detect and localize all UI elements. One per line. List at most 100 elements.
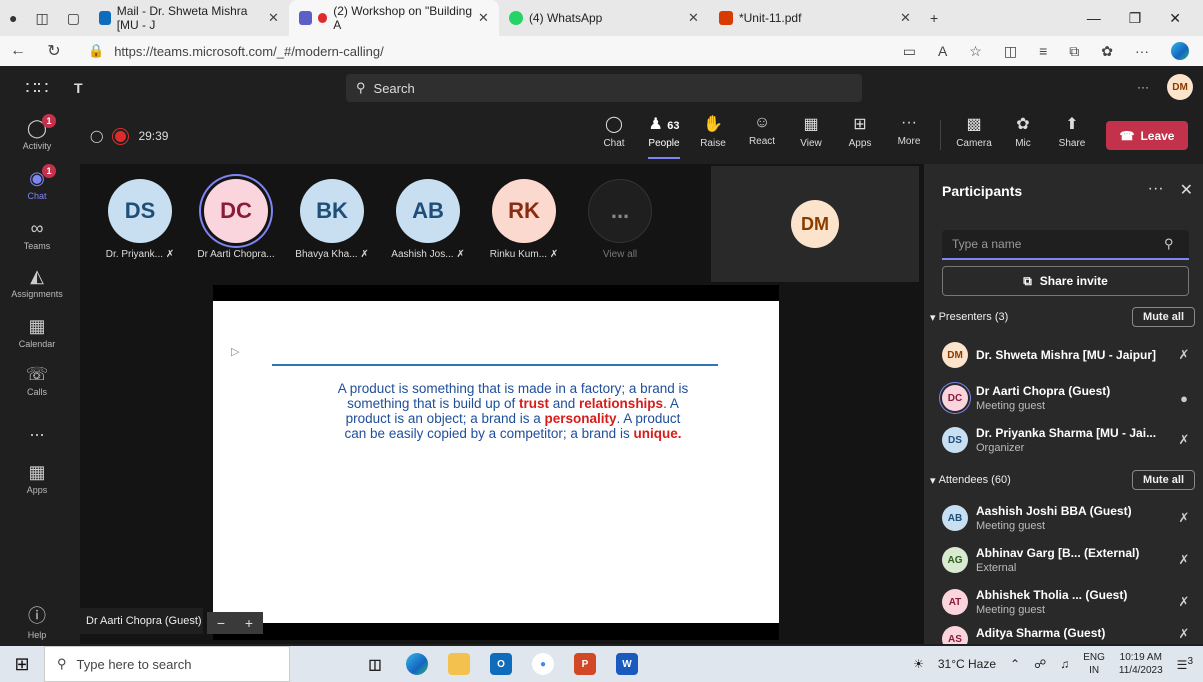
- network-icon[interactable]: ☍: [1034, 657, 1046, 671]
- close-tab-icon[interactable]: ✕: [478, 10, 489, 26]
- share-invite-button[interactable]: ⧉ Share invite: [942, 266, 1189, 296]
- search-box[interactable]: ⚲ Search: [346, 74, 862, 102]
- more-icon[interactable]: ···: [1135, 43, 1149, 59]
- rail-item-teams[interactable]: ∞ Teams: [0, 218, 74, 251]
- browser-toolbar: ▭ A ☆ ◫ ≡ ⧉ ✿ ···: [903, 42, 1203, 60]
- presenters-section-header[interactable]: ▾ Presenters (3) Mute all: [930, 307, 1195, 327]
- close-tab-icon[interactable]: ✕: [900, 10, 911, 26]
- participant-row[interactable]: AT Abhishek Tholia ... (Guest) Meeting gu…: [942, 588, 1192, 616]
- mute-all-button[interactable]: Mute all: [1132, 470, 1195, 490]
- minimize-icon[interactable]: —: [1087, 10, 1101, 27]
- view-button[interactable]: ▦ View: [789, 114, 833, 149]
- participant-tile[interactable]: DS Dr. Priyank... ✗: [92, 179, 188, 260]
- app-available-icon[interactable]: ▭: [903, 43, 916, 60]
- rail-item-chat[interactable]: ◉ 1 Chat: [0, 164, 74, 201]
- rail-item-assignments[interactable]: ◭ Assignments: [0, 266, 74, 299]
- name-text: Dr. Priyank...: [105, 249, 164, 260]
- mic-button[interactable]: ✿ Mic: [1001, 114, 1045, 149]
- zoom-in-icon[interactable]: +: [245, 615, 253, 631]
- profile-icon[interactable]: ●: [0, 10, 26, 26]
- tab-pdf[interactable]: *Unit-11.pdf ✕: [709, 0, 921, 36]
- rail-label: Assignments: [11, 289, 63, 299]
- tray-chevron-icon[interactable]: ⌃: [1010, 657, 1020, 671]
- participant-row[interactable]: DS Dr. Priyanka Sharma [MU - Jai... Organ…: [942, 426, 1192, 454]
- participant-tile-speaking[interactable]: DC Dr Aarti Chopra...: [188, 179, 284, 260]
- slide-text: A product is something that is made in a…: [333, 381, 693, 441]
- user-avatar[interactable]: DM: [1167, 74, 1193, 100]
- windows-start-icon[interactable]: ⊞: [0, 654, 44, 675]
- presenter-tile[interactable]: DM: [711, 166, 919, 282]
- collections-icon[interactable]: ⧉: [1069, 43, 1079, 60]
- url-field[interactable]: 🔒 https://teams.microsoft.com/_#/modern-…: [78, 39, 738, 63]
- taskbar-search[interactable]: ⚲ Type here to search: [44, 646, 290, 682]
- participant-tile[interactable]: BK Bhavya Kha... ✗: [284, 179, 380, 260]
- volume-icon[interactable]: ♫: [1060, 657, 1069, 671]
- favorite-icon[interactable]: ☆: [969, 43, 982, 60]
- back-icon[interactable]: ←: [0, 42, 36, 60]
- participant-row[interactable]: AG Abhinav Garg [B... (External) External…: [942, 546, 1192, 574]
- refresh-icon[interactable]: ↻: [36, 41, 72, 61]
- chrome-icon[interactable]: ●: [532, 653, 554, 675]
- tab-mail[interactable]: Mail - Dr. Shweta Mishra [MU - J ✕: [89, 0, 289, 36]
- weather-icon[interactable]: ☀: [913, 657, 924, 671]
- rail-item-calendar[interactable]: ▦ Calendar: [0, 316, 74, 349]
- more-options-icon[interactable]: ···: [1148, 180, 1164, 200]
- close-tab-icon[interactable]: ✕: [688, 10, 699, 26]
- share-button[interactable]: ⬆ Share: [1050, 114, 1094, 149]
- weather-text[interactable]: 31°C Haze: [938, 657, 996, 671]
- chat-button[interactable]: ◯ Chat: [592, 114, 636, 149]
- edge-icon[interactable]: [406, 653, 428, 675]
- participant-role: Meeting guest: [976, 520, 1046, 532]
- participant-row[interactable]: AS Aditya Sharma (Guest) ✗: [942, 626, 1192, 644]
- powerpoint-icon[interactable]: P: [574, 653, 596, 675]
- more-button[interactable]: ··· More: [887, 114, 931, 147]
- participant-name: Dr. Priyank... ✗: [92, 249, 188, 260]
- react-button[interactable]: ☺ React: [740, 114, 784, 147]
- participant-row[interactable]: DC Dr Aarti Chopra (Guest) Meeting guest …: [942, 384, 1192, 412]
- participant-tile[interactable]: AB Aashish Jos... ✗: [380, 179, 476, 260]
- participant-row[interactable]: DM Dr. Shweta Mishra [MU - Jaipur] ✗: [942, 342, 1192, 368]
- clock[interactable]: 10:19 AM 11/4/2023: [1119, 651, 1163, 677]
- close-window-icon[interactable]: ✕: [1169, 10, 1181, 27]
- rail-item-more[interactable]: ...: [0, 420, 74, 443]
- more-options-icon[interactable]: ···: [1137, 80, 1149, 94]
- split-screen-icon[interactable]: ◫: [1004, 43, 1017, 60]
- language-indicator[interactable]: ENG IN: [1083, 651, 1105, 677]
- favorites-list-icon[interactable]: ≡: [1039, 43, 1047, 59]
- read-aloud-icon[interactable]: A: [938, 43, 947, 59]
- leave-button[interactable]: ☎ Leave: [1106, 121, 1188, 150]
- apps-button[interactable]: ⊞ Apps: [838, 114, 882, 149]
- copilot-icon[interactable]: [1171, 42, 1189, 60]
- notifications-icon[interactable]: ☰3: [1177, 656, 1193, 672]
- outlook-icon[interactable]: O: [490, 653, 512, 675]
- view-all-tile[interactable]: ... View all: [572, 179, 668, 260]
- rail-item-activity[interactable]: ◯ 1 Activity: [0, 114, 74, 151]
- mute-all-button[interactable]: Mute all: [1132, 307, 1195, 327]
- extensions-icon[interactable]: ✿: [1101, 43, 1113, 60]
- rail-item-apps[interactable]: ▦ Apps: [0, 462, 74, 495]
- app-launcher-icon[interactable]: ∷∷: [0, 78, 74, 99]
- restore-icon[interactable]: ❐: [1129, 10, 1142, 27]
- task-view-icon[interactable]: ◫: [364, 653, 386, 675]
- zoom-out-icon[interactable]: −: [217, 615, 225, 631]
- tab-actions-icon[interactable]: ▢: [58, 10, 89, 27]
- participant-search-input[interactable]: [942, 230, 1189, 260]
- new-tab-icon[interactable]: +: [921, 10, 947, 26]
- workspaces-icon[interactable]: ◫: [26, 10, 57, 27]
- tab-whatsapp[interactable]: (4) WhatsApp ✕: [499, 0, 709, 36]
- rail-item-calls[interactable]: ☏ Calls: [0, 364, 74, 397]
- tab-teams[interactable]: (2) Workshop on "Building A ✕: [288, 0, 499, 36]
- people-button[interactable]: ♟ 63 People: [640, 114, 688, 159]
- close-icon[interactable]: ✕: [1180, 180, 1193, 200]
- participant-tile[interactable]: RK Rinku Kum... ✗: [476, 179, 572, 260]
- camera-button[interactable]: ▩ Camera: [952, 114, 996, 149]
- participant-name: Bhavya Kha... ✗: [284, 249, 380, 260]
- file-explorer-icon[interactable]: [448, 653, 470, 675]
- attendees-section-header[interactable]: ▾ Attendees (60) Mute all: [930, 470, 1195, 490]
- close-tab-icon[interactable]: ✕: [268, 10, 279, 26]
- button-label: Raise: [700, 138, 726, 149]
- participant-row[interactable]: AB Aashish Joshi BBA (Guest) Meeting gues…: [942, 504, 1192, 532]
- raise-hand-button[interactable]: ✋ Raise: [691, 114, 735, 149]
- rail-item-help[interactable]: ⓘ Help: [0, 602, 74, 640]
- word-icon[interactable]: W: [616, 653, 638, 675]
